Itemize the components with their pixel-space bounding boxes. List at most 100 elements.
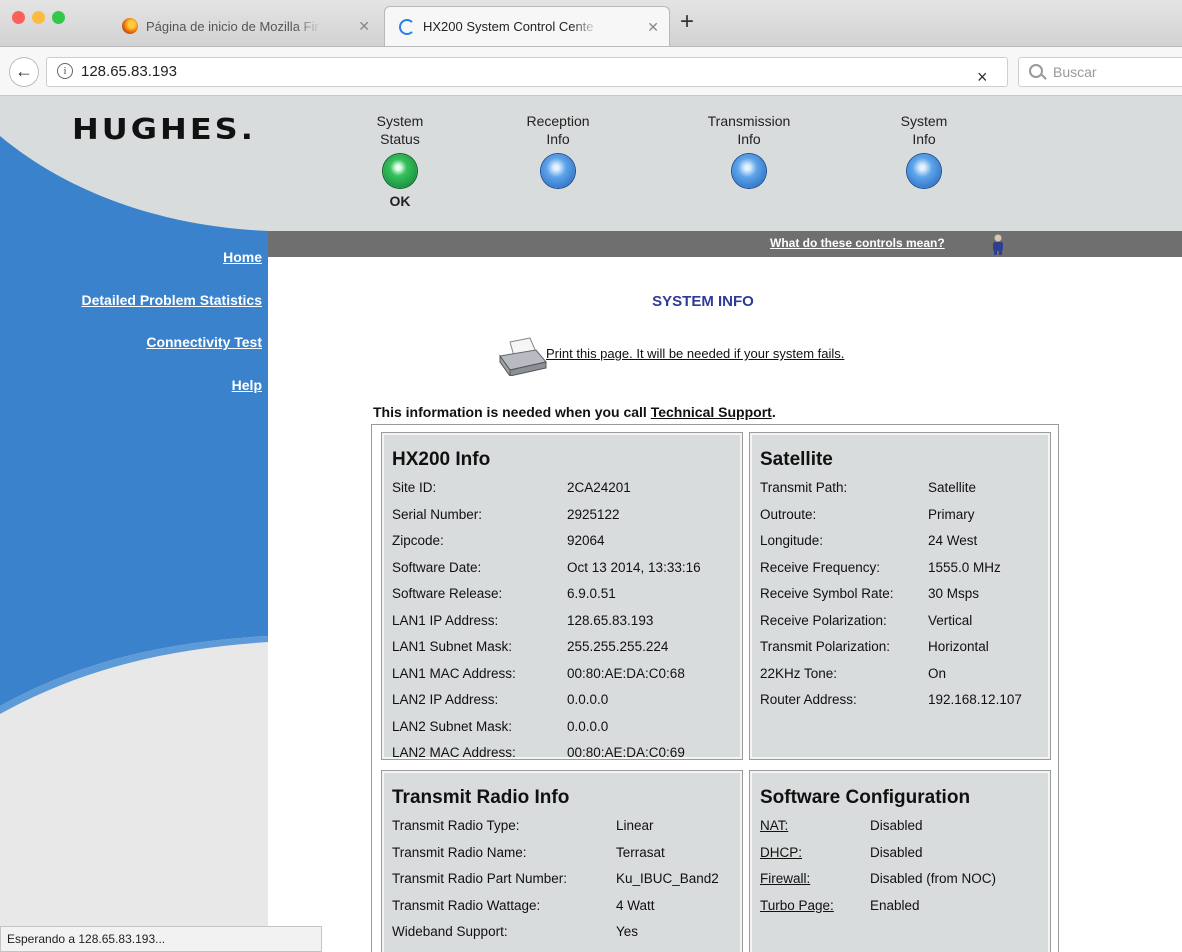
info-row: Extended Band Support:No [392,946,740,952]
hughes-logo: HUGHES. [72,111,256,147]
status-label: Transmission [707,113,791,129]
info-row-value: Enabled [870,897,920,913]
sidebar-link-detailed-problem-statistics[interactable]: Detailed Problem Statistics [81,292,262,308]
info-row: LAN1 IP Address: 128.65.83.193 [392,608,740,635]
panel-title: Transmit Radio Info [392,787,570,808]
search-input[interactable]: Buscar [1018,57,1182,87]
controls-help-link[interactable]: What do these controls mean? [770,236,945,250]
info-row-label[interactable]: Firewall: [760,866,870,893]
info-row: Site ID: 2CA24201 [392,475,740,502]
reception-blue-led-icon[interactable] [541,154,575,188]
info-row-label: Serial Number: [392,506,483,522]
info-row-label[interactable]: DHCP: [760,840,870,867]
tab-close-icon[interactable]: ✕ [647,19,659,36]
info-row-label: Outroute: [760,506,817,522]
system-info-table: HX200 Info Site ID: 2CA24201 Serial Number… [371,424,1059,952]
info-row-label: Transmit Path: [760,480,848,495]
status-label: Status [380,131,420,147]
info-row-label: LAN1 Subnet Mask: [392,639,513,654]
info-row: Firewall: Disabled (from NOC) [760,866,1048,893]
panel-title: Software Configuration [760,787,971,808]
back-button[interactable]: ← [9,57,39,87]
info-row-label[interactable]: Turbo Page: [760,893,870,920]
info-row: Longitude: 24 West [760,528,1048,555]
info-row: DHCP: Disabled [760,840,1048,867]
info-row: Zipcode: 92064 [392,528,740,555]
info-row-value: Terrasat [616,844,665,860]
info-row-label: Transmit Radio Wattage: [392,897,541,913]
tab-close-icon[interactable]: ✕ [358,18,370,35]
info-row: LAN1 MAC Address: 00:80:AE:DA:C0:68 [392,661,740,688]
info-row: Transmit Radio Part Number: Ku_IBUC_Band2 [392,866,740,893]
info-row-value: No [616,946,633,952]
tab-label: Página de inicio de Mozilla Fir [146,18,319,34]
transmission-blue-led-icon[interactable] [732,154,766,188]
info-row: Wideband Support: Yes [392,919,740,946]
technician-icon[interactable] [990,233,1006,255]
page-title: SYSTEM INFO [652,293,754,310]
info-row-label: LAN2 Subnet Mask: [392,718,513,734]
info-row-value: Vertical [928,612,973,628]
tab-label: HX200 System Control Cente [423,19,594,34]
loading-icon [399,18,415,35]
window-close-button[interactable] [12,11,25,24]
sidebar-link-connectivity-test[interactable]: Connectivity Test [146,334,262,350]
search-placeholder: Buscar [1053,64,1097,80]
hx200-info-rows: Site ID: 2CA24201 Serial Number: 2925122 Zip… [392,475,740,767]
info-row-label[interactable]: NAT: [760,813,870,840]
info-row-value: Horizontal [928,639,989,654]
info-row-value: Disabled [870,818,923,833]
info-row-value: 2CA24201 [567,480,631,495]
search-icon [1029,64,1043,78]
navigation-bar: ← i 128.65.83.193 × Buscar [0,47,1182,96]
url-text[interactable]: 128.65.83.193 [81,63,177,80]
tab-mozilla-home[interactable]: Página de inicio de Mozilla Fir ✕ [108,6,380,46]
url-bar[interactable]: i 128.65.83.193 × [46,57,1008,87]
info-row-label: Receive Symbol Rate: [760,586,894,601]
info-row-value: 30 Msps [928,586,980,601]
status-green-led-icon[interactable] [383,154,417,188]
info-row: LAN2 MAC Address: 00:80:AE:DA:C0:69 [392,740,740,767]
info-row-label: Site ID: [392,480,437,495]
info-row-value: 4 Watt [616,897,655,913]
support-notice-text: This information is needed when you call [373,404,651,420]
status-label: Info [912,131,936,147]
info-row-label: LAN1 IP Address: [392,612,499,628]
software-configuration-panel: Software Configuration NAT: Disabled DHCP:… [750,771,1050,952]
status-label: Info [546,131,570,147]
print-page-link[interactable]: Print this page. It will be needed if yo… [546,346,844,361]
system-status-indicator[interactable]: System Status OK [350,112,450,210]
info-row: LAN2 Subnet Mask: 0.0.0.0 [392,714,740,741]
info-row: Transmit Polarization: Horizontal [760,634,1048,661]
info-row: Receive Symbol Rate: 30 Msps [760,581,1048,608]
new-tab-button[interactable]: + [680,10,694,34]
satellite-rows: Transmit Path: Satellite Outroute: Primary L… [760,475,1048,714]
stop-loading-icon[interactable]: × [977,67,988,88]
system-info-indicator[interactable]: System Info [874,112,974,188]
back-arrow-icon: ← [15,61,33,81]
system-info-blue-led-icon[interactable] [907,154,941,188]
info-row-value: 128.65.83.193 [567,612,654,628]
satellite-panel: Satellite Transmit Path: Satellite Outrout… [750,433,1050,759]
info-row-label: LAN1 MAC Address: [392,665,516,681]
tab-hx200[interactable]: HX200 System Control Cente ✕ [384,6,670,46]
window-minimize-button[interactable] [32,11,45,24]
status-label: System [376,113,424,129]
info-row-value: Linear [616,818,654,833]
printer-icon[interactable] [496,336,550,376]
transmission-info-indicator[interactable]: Transmission Info [699,112,799,188]
status-ok-text: OK [389,193,411,209]
info-icon[interactable]: i [57,63,73,79]
window-zoom-button[interactable] [52,11,65,24]
web-page: HUGHES. System Status OK Reception Info … [0,96,1182,952]
technical-support-link[interactable]: Technical Support [651,404,772,420]
reception-info-indicator[interactable]: Reception Info [508,112,608,188]
sidebar-link-help[interactable]: Help [232,377,262,393]
info-row-value: 0.0.0.0 [567,692,609,707]
info-row-label: Software Date: [392,559,482,575]
software-config-rows: NAT: Disabled DHCP: Disabled Firewall: Disabl… [760,813,1048,919]
sidebar-link-home[interactable]: Home [223,249,262,265]
support-notice-period: . [771,404,776,420]
info-row: Transmit Radio Type: Linear [392,813,740,840]
info-row-label: Extended Band Support: [392,946,616,952]
